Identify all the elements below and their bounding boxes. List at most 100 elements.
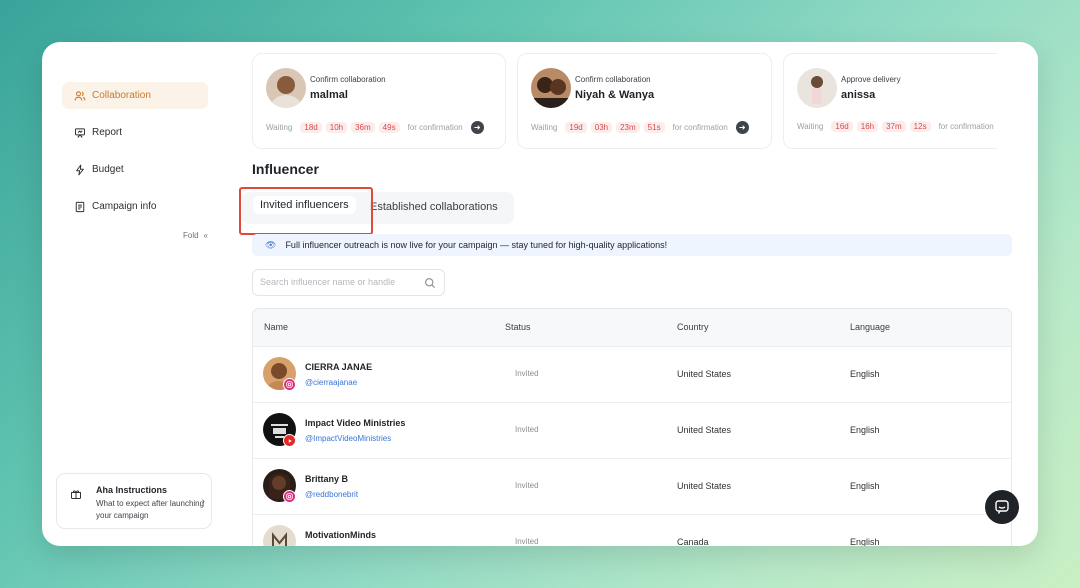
- aha-title: Aha Instructions: [96, 485, 168, 495]
- influencer-handle[interactable]: @ImpactVideoMinistries: [305, 434, 391, 443]
- timer-days: 18d: [300, 122, 322, 133]
- column-header-country: Country: [677, 322, 709, 332]
- sidebar-item-report[interactable]: Report: [62, 119, 208, 146]
- table-header: Name Status Country Language: [253, 309, 1011, 347]
- column-header-name: Name: [264, 322, 289, 332]
- card-influencer-name: malmal: [310, 89, 348, 101]
- status-badge: Invited: [515, 481, 539, 490]
- timer-seconds: 51s: [643, 122, 665, 133]
- eye-icon: 👁: [265, 239, 277, 250]
- card-influencer-name: anissa: [841, 89, 876, 101]
- influencer-name: CIERRA JANAE: [305, 362, 373, 372]
- search-icon[interactable]: [424, 277, 436, 289]
- fold-button[interactable]: Fold «: [183, 231, 208, 240]
- timer-minutes: 37m: [882, 121, 906, 132]
- table-row[interactable]: Impact Video Ministries @ImpactVideoMini…: [253, 403, 1011, 459]
- youtube-icon: [283, 434, 296, 447]
- country-cell: United States: [677, 425, 732, 435]
- timer-days: 19d: [565, 122, 587, 133]
- info-banner: 👁 Full influencer outreach is now live f…: [252, 234, 1012, 256]
- timer-waiting-label: Waiting: [531, 123, 558, 132]
- search-input[interactable]: [260, 277, 420, 287]
- card-timer: Waiting 19d 03h 23m 51s for confirmation…: [531, 121, 749, 134]
- card-influencer-name: Niyah & Wanya: [575, 89, 655, 101]
- instagram-icon: [283, 378, 296, 391]
- timer-minutes: 23m: [616, 122, 640, 133]
- card-action-type: Approve delivery: [841, 75, 901, 84]
- status-badge: Invited: [515, 369, 539, 378]
- timer-hours: 10h: [325, 122, 348, 133]
- sidebar-item-budget[interactable]: Budget: [62, 156, 208, 183]
- timer-seconds: 12s: [909, 121, 931, 132]
- section-title: Influencer: [252, 161, 319, 177]
- country-cell: United States: [677, 481, 732, 491]
- timer-waiting-label: Waiting: [797, 122, 824, 131]
- arrow-right-icon[interactable]: ➜: [470, 121, 484, 134]
- presentation-icon: [73, 126, 87, 140]
- influencer-handle[interactable]: @cierraajanae: [305, 378, 357, 387]
- collab-card[interactable]: Confirm collaboration Niyah & Wanya Wait…: [517, 53, 772, 149]
- table-row[interactable]: Brittany B @reddbonebrit Invited United …: [253, 459, 1011, 515]
- card-action-type: Confirm collaboration: [575, 75, 651, 84]
- highlight-box: [239, 187, 373, 235]
- search-box[interactable]: [252, 269, 445, 296]
- banner-text: Full influencer outreach is now live for…: [285, 240, 668, 250]
- sidebar-item-label: Report: [92, 127, 123, 138]
- timer-waiting-label: Waiting: [266, 123, 293, 132]
- collab-card[interactable]: Confirm collaboration malmal Waiting 18d…: [252, 53, 506, 149]
- language-cell: English: [850, 369, 880, 379]
- card-timer: Waiting 18d 10h 36m 49s for confirmation…: [266, 121, 484, 134]
- aha-subtitle: What to expect after launching your camp…: [96, 499, 205, 520]
- chevron-right-icon: ›: [201, 496, 205, 507]
- timer-hours: 03h: [590, 122, 613, 133]
- country-cell: Canada: [677, 537, 709, 546]
- timer-minutes: 36m: [351, 122, 375, 133]
- avatar: [531, 68, 571, 108]
- collab-card[interactable]: Approve delivery anissa Waiting 16d 16h …: [783, 53, 997, 149]
- influencer-name: Brittany B: [305, 474, 349, 484]
- tab-established-collaborations[interactable]: Established collaborations: [370, 201, 498, 213]
- chat-button[interactable]: [985, 490, 1019, 524]
- avatar: [797, 68, 837, 108]
- timer-seconds: 49s: [378, 122, 400, 133]
- table-row[interactable]: MotivationMinds Invited Canada English: [253, 515, 1011, 546]
- aha-instructions-card[interactable]: Aha Instructions What to expect after la…: [56, 473, 212, 529]
- language-cell: English: [850, 425, 880, 435]
- avatar: [263, 525, 296, 546]
- fold-label: Fold: [182, 231, 199, 240]
- influencer-handle[interactable]: @reddbonebrit: [305, 490, 358, 499]
- sidebar-item-label: Collaboration: [92, 90, 151, 101]
- sidebar-item-collaboration[interactable]: Collaboration: [62, 82, 208, 109]
- language-cell: English: [850, 537, 880, 546]
- timer-days: 16d: [831, 121, 853, 132]
- column-header-language: Language: [850, 322, 891, 332]
- column-header-status: Status: [505, 322, 531, 332]
- sidebar-item-campaign-info[interactable]: Campaign info: [62, 193, 208, 220]
- status-badge: Invited: [515, 537, 539, 546]
- app-window: Collaboration Report Budget Campaign inf…: [42, 42, 1038, 546]
- gift-icon: [71, 490, 81, 499]
- status-badge: Invited: [515, 425, 539, 434]
- timer-suffix: for confirmation: [938, 122, 994, 131]
- arrow-right-icon[interactable]: ➜: [735, 121, 749, 134]
- sidebar-item-label: Campaign info: [92, 201, 157, 212]
- country-cell: United States: [677, 369, 732, 379]
- timer-suffix: for confirmation: [672, 123, 728, 132]
- sidebar: Collaboration Report Budget Campaign inf…: [56, 64, 214, 262]
- avatar: [266, 68, 306, 108]
- card-timer: Waiting 16d 16h 37m 12s for confirmation: [797, 121, 994, 132]
- double-chevron-left-icon: «: [203, 231, 208, 240]
- language-cell: English: [850, 481, 880, 491]
- users-icon: [73, 89, 87, 103]
- timer-suffix: for confirmation: [407, 123, 463, 132]
- sidebar-item-label: Budget: [92, 164, 124, 175]
- table-row[interactable]: CIERRA JANAE @cierraajanae Invited Unite…: [253, 347, 1011, 403]
- instagram-icon: [283, 490, 296, 503]
- lightning-icon: [73, 163, 87, 177]
- document-icon: [73, 200, 87, 214]
- influencer-table: Name Status Country Language CIERRA JANA…: [252, 308, 1012, 546]
- card-action-type: Confirm collaboration: [310, 75, 386, 84]
- influencer-name: MotivationMinds: [305, 530, 376, 540]
- timer-hours: 16h: [856, 121, 879, 132]
- influencer-name: Impact Video Ministries: [305, 418, 406, 428]
